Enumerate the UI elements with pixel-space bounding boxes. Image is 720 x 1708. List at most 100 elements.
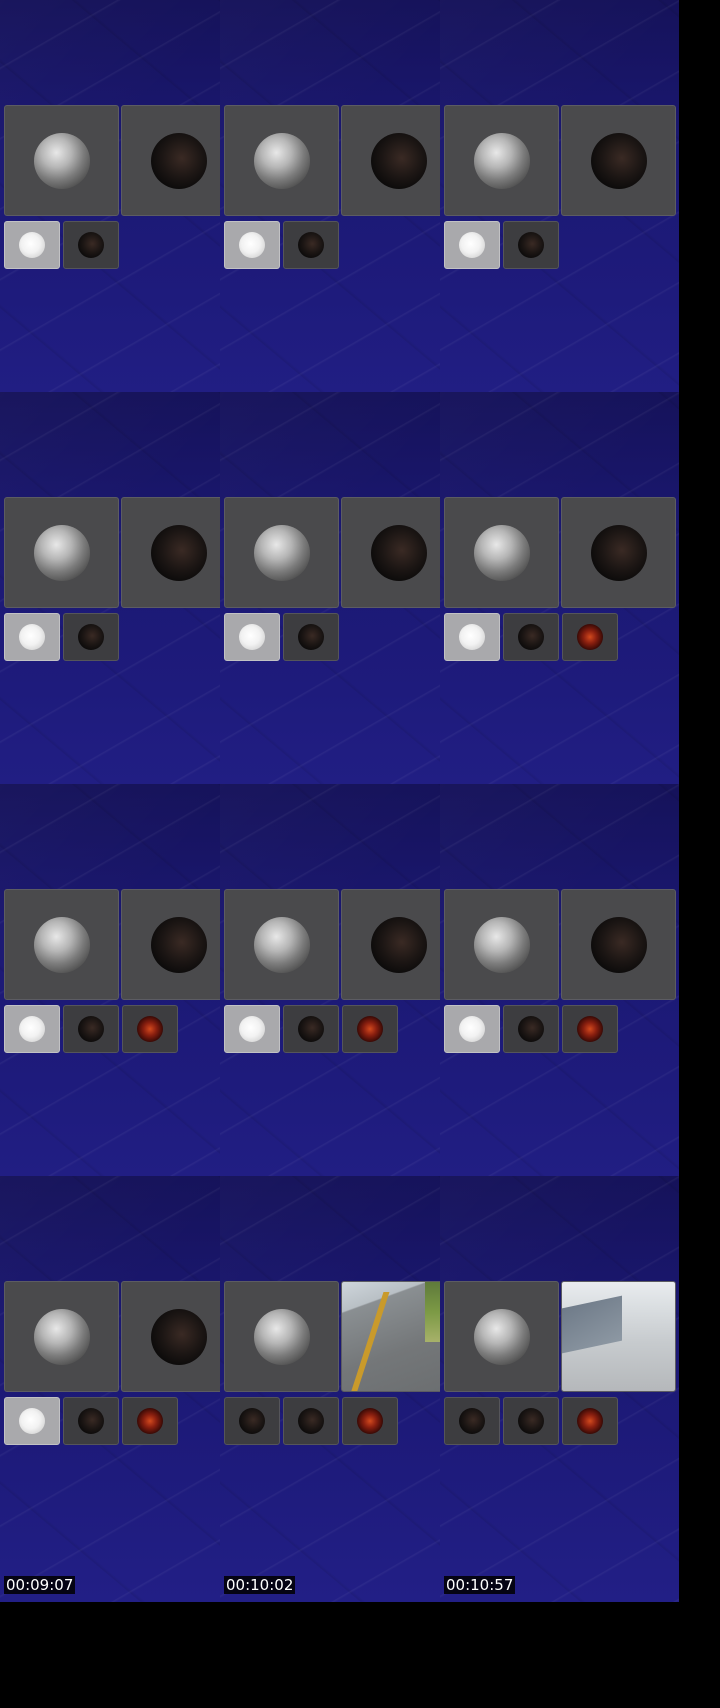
participant-thumbnail[interactable] (63, 613, 119, 661)
thumbnail-avatar (298, 1408, 324, 1434)
participant-thumbnail[interactable] (562, 1397, 618, 1445)
thumbnail-avatar (19, 1408, 45, 1434)
participant-avatar (253, 524, 310, 581)
participant-avatar (590, 524, 647, 581)
participant-video-tile[interactable] (224, 497, 339, 608)
participant-avatar (150, 916, 207, 973)
participant-thumbnail[interactable] (4, 613, 60, 661)
participant-video-tile[interactable] (444, 105, 559, 216)
participant-thumbnail[interactable] (63, 1397, 119, 1445)
participant-video-tile[interactable] (121, 889, 236, 1000)
pavement-camera-feed (562, 1282, 675, 1391)
participant-video-tile[interactable] (224, 1281, 339, 1392)
participant-video-tile[interactable] (341, 1281, 456, 1392)
video-frame-cell: 00:07:18 (220, 784, 459, 1210)
participant-thumbnail[interactable] (503, 1397, 559, 1445)
participant-avatar (370, 916, 427, 973)
participant-avatar (473, 524, 530, 581)
participant-avatar (473, 916, 530, 973)
participant-video-tile[interactable] (561, 889, 676, 1000)
video-frame-cell: 00:05:28 (440, 392, 679, 818)
participant-video-tile[interactable] (224, 105, 339, 216)
participant-avatar (253, 132, 310, 189)
thumbnail-avatar (459, 1016, 485, 1042)
participant-thumbnail[interactable] (444, 221, 500, 269)
participant-video-tile[interactable] (4, 105, 119, 216)
thumbnail-avatar (298, 624, 324, 650)
contact-sheet-grid: 00:00:5400:01:4900:02:44 00:03:3900:04:33… (0, 0, 720, 1708)
video-frame-cell: 00:10:02 (220, 1176, 459, 1602)
thumbnail-avatar (518, 232, 544, 258)
thumbnail-avatar (357, 1408, 383, 1434)
participant-thumbnail[interactable] (562, 1005, 618, 1053)
participant-thumbnail[interactable] (4, 1397, 60, 1445)
road-camera-feed (342, 1282, 455, 1391)
participant-avatar (150, 132, 207, 189)
thumbnail-avatar (518, 1016, 544, 1042)
participant-video-tile[interactable] (121, 105, 236, 216)
participant-video-tile[interactable] (121, 1281, 236, 1392)
participant-avatar (253, 916, 310, 973)
video-frame-cell: 00:06:23 (0, 784, 239, 1210)
thumbnail-avatar (137, 1016, 163, 1042)
thumbnail-avatar (19, 232, 45, 258)
participant-thumbnail[interactable] (444, 613, 500, 661)
participant-video-tile[interactable] (341, 497, 456, 608)
thumbnail-avatar (577, 1016, 603, 1042)
participant-avatar (473, 1308, 530, 1365)
participant-thumbnail[interactable] (122, 1397, 178, 1445)
participant-thumbnail[interactable] (503, 613, 559, 661)
participant-video-tile[interactable] (341, 105, 456, 216)
participant-video-tile[interactable] (341, 889, 456, 1000)
thumbnail-avatar (459, 232, 485, 258)
video-frame-cell: 00:00:54 (0, 0, 239, 426)
participant-thumbnail[interactable] (562, 613, 618, 661)
participant-video-tile[interactable] (561, 497, 676, 608)
participant-avatar (33, 524, 90, 581)
frame-timestamp: 00:09:07 (4, 1576, 76, 1594)
video-frame-cell: 00:04:33 (220, 392, 459, 818)
participant-video-tile[interactable] (561, 1281, 676, 1392)
participant-thumbnail[interactable] (342, 1397, 398, 1445)
participant-avatar (590, 132, 647, 189)
participant-thumbnail[interactable] (444, 1397, 500, 1445)
participant-video-tile[interactable] (444, 1281, 559, 1392)
participant-video-tile[interactable] (224, 889, 339, 1000)
video-frame-cell: 00:08:12 (440, 784, 679, 1210)
participant-thumbnail[interactable] (224, 221, 280, 269)
participant-thumbnail[interactable] (63, 1005, 119, 1053)
participant-video-tile[interactable] (4, 497, 119, 608)
participant-thumbnail[interactable] (4, 221, 60, 269)
video-frame-cell: 00:02:44 (440, 0, 679, 426)
participant-video-tile[interactable] (561, 105, 676, 216)
participant-thumbnail[interactable] (224, 613, 280, 661)
thumbnail-avatar (78, 1408, 104, 1434)
participant-thumbnail[interactable] (503, 1005, 559, 1053)
thumbnail-avatar (19, 624, 45, 650)
participant-thumbnail[interactable] (283, 613, 339, 661)
participant-thumbnail[interactable] (4, 1005, 60, 1053)
participant-video-tile[interactable] (444, 497, 559, 608)
thumbnail-avatar (78, 1016, 104, 1042)
thumbnail-avatar (459, 1408, 485, 1434)
participant-thumbnail[interactable] (122, 1005, 178, 1053)
participant-video-tile[interactable] (4, 1281, 119, 1392)
participant-thumbnail[interactable] (283, 221, 339, 269)
participant-thumbnail[interactable] (342, 1005, 398, 1053)
participant-video-tile[interactable] (121, 497, 236, 608)
participant-thumbnail[interactable] (283, 1397, 339, 1445)
participant-thumbnail[interactable] (224, 1397, 280, 1445)
thumbnail-avatar (459, 624, 485, 650)
participant-thumbnail[interactable] (503, 221, 559, 269)
frame-timestamp: 00:10:02 (224, 1576, 296, 1594)
participant-thumbnail[interactable] (224, 1005, 280, 1053)
participant-video-tile[interactable] (4, 889, 119, 1000)
participant-thumbnail[interactable] (444, 1005, 500, 1053)
participant-avatar (253, 1308, 310, 1365)
frame-timestamp: 00:10:57 (444, 1576, 516, 1594)
participant-thumbnail[interactable] (283, 1005, 339, 1053)
participant-thumbnail[interactable] (63, 221, 119, 269)
participant-avatar (150, 524, 207, 581)
thumbnail-avatar (577, 624, 603, 650)
participant-video-tile[interactable] (444, 889, 559, 1000)
